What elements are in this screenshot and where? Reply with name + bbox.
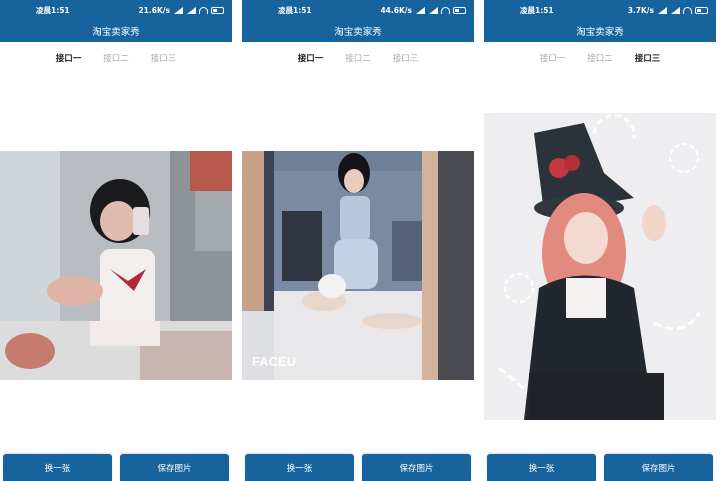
app-title: 淘宝卖家秀 [92,27,140,38]
photo-image [0,151,232,380]
tab-interface-1[interactable]: 接口一 [298,52,324,68]
wifi-icon [199,6,208,14]
status-bar: 凌晨1:51 44.6K/s [242,0,474,20]
next-image-button[interactable]: 换一张 [245,454,354,481]
phone-screen-1: 凌晨1:51 21.6K/s 淘宝卖家秀 接口一 接口二 接口三 换一张 保存图… [0,0,232,481]
wifi-icon [683,6,692,14]
tab-bar: 接口一 接口二 接口三 [0,52,232,68]
app-title: 淘宝卖家秀 [334,27,382,38]
photo-display: FACEU [242,151,474,380]
app-title: 淘宝卖家秀 [576,27,624,38]
status-time: 凌晨1:51 [36,5,70,15]
battery-icon [695,6,708,14]
photo-image: FACEU [242,151,474,380]
signal-icon [657,6,667,14]
signal-icon [415,6,425,14]
signal-icon [428,6,438,14]
battery-icon [453,6,466,14]
signal-icon [173,6,183,14]
photo-image [484,113,716,420]
tab-interface-3[interactable]: 接口三 [151,52,177,68]
tab-interface-2[interactable]: 接口二 [103,52,129,68]
photo-display [484,113,716,420]
signal-icon [670,6,680,14]
phone-screen-2: 凌晨1:51 44.6K/s 淘宝卖家秀 接口一 接口二 接口三 FACEU 换… [242,0,474,481]
app-bar: 凌晨1:51 44.6K/s 淘宝卖家秀 [242,0,474,42]
photo-watermark: FACEU [252,354,296,369]
tab-interface-2[interactable]: 接口二 [345,52,371,68]
phone-screen-3: 凌晨1:51 3.7K/s 淘宝卖家秀 接口一 接口二 接口三 换一张 保存图片 [484,0,716,481]
battery-icon [211,6,224,14]
save-image-button[interactable]: 保存图片 [362,454,471,481]
tab-interface-3[interactable]: 接口三 [635,52,661,68]
tab-interface-1[interactable]: 接口一 [540,52,566,68]
status-bar: 凌晨1:51 3.7K/s [484,0,716,20]
tab-interface-2[interactable]: 接口二 [587,52,613,68]
tab-interface-1[interactable]: 接口一 [56,52,82,68]
tab-interface-3[interactable]: 接口三 [393,52,419,68]
tab-bar: 接口一 接口二 接口三 [484,52,716,68]
wifi-icon [441,6,450,14]
tab-bar: 接口一 接口二 接口三 [242,52,474,68]
next-image-button[interactable]: 换一张 [3,454,112,481]
save-image-button[interactable]: 保存图片 [604,454,713,481]
photo-display [0,151,232,380]
status-time: 凌晨1:51 [520,5,554,15]
network-speed: 21.6K/s [138,5,170,15]
action-buttons: 换一张 保存图片 [487,454,713,481]
signal-icon [186,6,196,14]
next-image-button[interactable]: 换一张 [487,454,596,481]
network-speed: 3.7K/s [627,5,654,15]
app-bar: 凌晨1:51 3.7K/s 淘宝卖家秀 [484,0,716,42]
save-image-button[interactable]: 保存图片 [120,454,229,481]
action-buttons: 换一张 保存图片 [3,454,229,481]
status-bar: 凌晨1:51 21.6K/s [0,0,232,20]
network-speed: 44.6K/s [380,5,412,15]
status-time: 凌晨1:51 [278,5,312,15]
action-buttons: 换一张 保存图片 [245,454,471,481]
app-bar: 凌晨1:51 21.6K/s 淘宝卖家秀 [0,0,232,42]
